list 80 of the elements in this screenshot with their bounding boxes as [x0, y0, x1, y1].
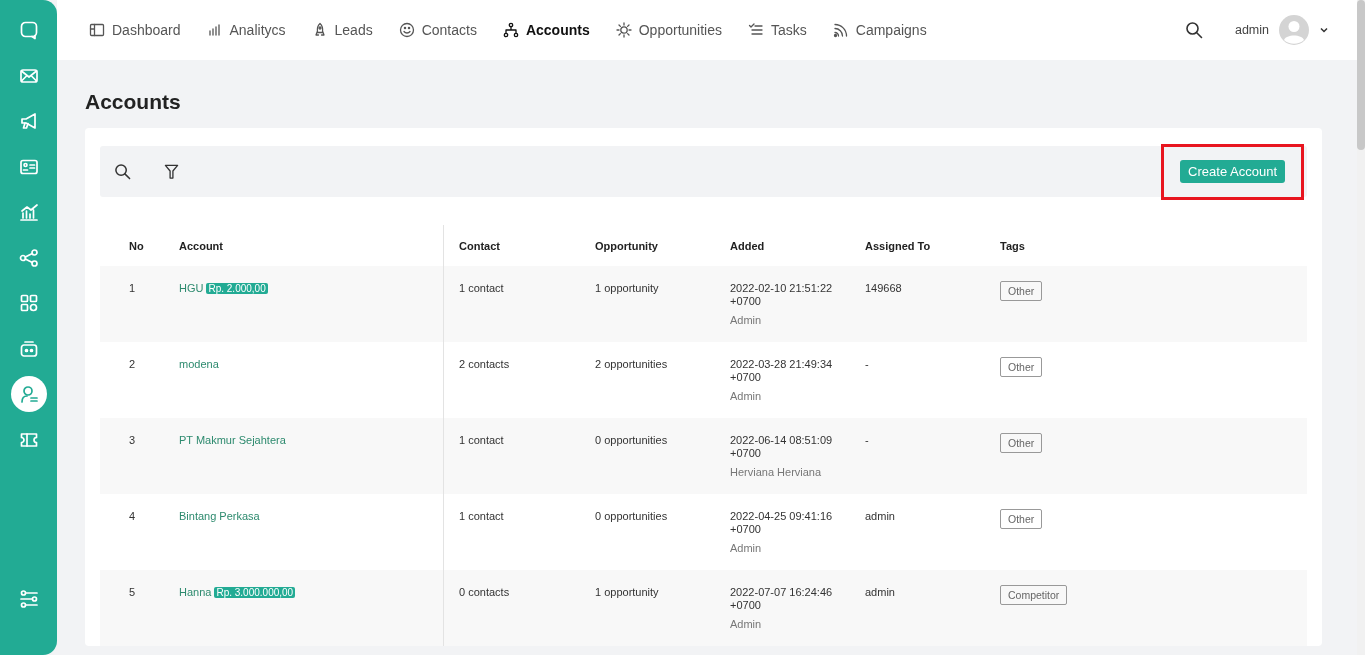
table-cell-text: 2 opportunities	[595, 357, 669, 372]
search-icon[interactable]	[114, 163, 131, 180]
table-cell-text: admin	[865, 585, 896, 600]
nav-tab[interactable]: Leads	[311, 22, 373, 38]
nav-tab[interactable]: Tasks	[748, 22, 807, 38]
smile-icon	[398, 22, 415, 38]
nav-tab[interactable]: Contacts	[398, 22, 477, 38]
tag: Other	[1000, 433, 1043, 453]
table-cell-text: -	[865, 433, 870, 448]
date-text: 2022-04-25 09:41:16 +0700	[730, 510, 834, 536]
tag: Competitor	[1000, 585, 1068, 605]
creator-text: Admin	[730, 314, 763, 326]
table-cell-text: -	[865, 357, 870, 372]
table-cell-text: admin	[865, 509, 896, 524]
table-cell-text: 1 contact	[458, 281, 505, 296]
sidebar-item[interactable]	[10, 376, 47, 412]
chat-icon	[18, 20, 39, 40]
table-cell-text: 0 opportunities	[595, 509, 669, 524]
chevron-down-icon[interactable]	[1319, 25, 1329, 35]
creator-text: Admin	[730, 542, 763, 554]
column-header: Added	[730, 239, 766, 252]
table-cell-text: 1 opportunity	[595, 281, 660, 296]
nav-tab[interactable]: Dashboard	[89, 22, 181, 38]
table-cell-text: 1 opportunity	[595, 585, 660, 600]
bar-chart-icon	[18, 202, 39, 222]
table-cell-text: 0 contacts	[458, 585, 511, 600]
amount-badge: Rp. 2.000,00	[206, 283, 268, 294]
share-icon	[18, 247, 39, 268]
account-link[interactable]: Bintang Perkasa	[179, 510, 260, 522]
hierarchy-icon	[502, 22, 519, 38]
account-link[interactable]: PT Makmur Sejahtera	[179, 434, 286, 446]
filter-icon[interactable]	[164, 164, 179, 179]
robot-icon	[18, 338, 39, 359]
date-text: 2022-06-14 08:51:09 +0700	[730, 434, 834, 460]
creator-text: Admin	[730, 390, 763, 402]
search-icon[interactable]	[1184, 21, 1203, 39]
grid-icon	[18, 293, 39, 313]
table-cell-text: 149668	[865, 281, 903, 296]
column-header: Contact	[458, 239, 501, 252]
page-title: Accounts	[85, 90, 182, 114]
table-cell-text: 1 contact	[458, 509, 505, 524]
table-cell-text: 2	[128, 357, 137, 372]
tag: Other	[1000, 357, 1043, 377]
rss-icon	[832, 22, 849, 38]
table-cell-text: 3	[128, 433, 137, 448]
account-link[interactable]: HGU	[179, 282, 204, 294]
sliders-icon	[18, 589, 39, 609]
megaphone-icon	[18, 111, 39, 131]
column-header: Opportunity	[595, 239, 659, 252]
table-cell-text: 0 opportunities	[595, 433, 669, 448]
scrollbar[interactable]	[1357, 0, 1365, 655]
nav-tab[interactable]: Accounts	[502, 22, 590, 38]
nav-tab[interactable]: Opportunities	[615, 22, 722, 38]
column-header: Assigned To	[865, 239, 932, 252]
table-cell-text: 1 contact	[458, 433, 505, 448]
user-name: admin	[1234, 23, 1269, 37]
creator-text: Herviana Herviana	[730, 466, 823, 478]
avatar-icon[interactable]	[1279, 15, 1309, 45]
sun-icon	[615, 22, 632, 38]
nav-tab[interactable]: Analitycs	[206, 22, 286, 38]
table-cell-text: 5	[128, 585, 137, 600]
date-text: 2022-03-28 21:49:34 +0700	[730, 358, 834, 384]
tag: Other	[1000, 281, 1043, 301]
column-header: Tags	[1000, 239, 1026, 252]
column-header: No	[128, 239, 145, 252]
bar-chart-icon	[206, 22, 223, 38]
nav-tab[interactable]: Campaigns	[832, 22, 927, 38]
creator-text: Admin	[730, 618, 763, 630]
layout-icon	[89, 22, 105, 38]
account-link[interactable]: Hanna	[179, 586, 212, 598]
tag: Other	[1000, 509, 1043, 529]
date-text: 2022-02-10 21:51:22 +0700	[730, 282, 834, 308]
amount-badge: Rp. 3.000.000,00	[214, 587, 296, 598]
date-text: 2022-07-07 16:24:46 +0700	[730, 586, 834, 612]
checklist-icon	[748, 22, 764, 38]
table-cell-text: 2 contacts	[458, 357, 511, 372]
table-cell-text: 4	[128, 509, 137, 524]
user-icon	[18, 384, 39, 404]
account-link[interactable]: modena	[179, 358, 219, 370]
table-cell-text: 1	[128, 281, 137, 296]
